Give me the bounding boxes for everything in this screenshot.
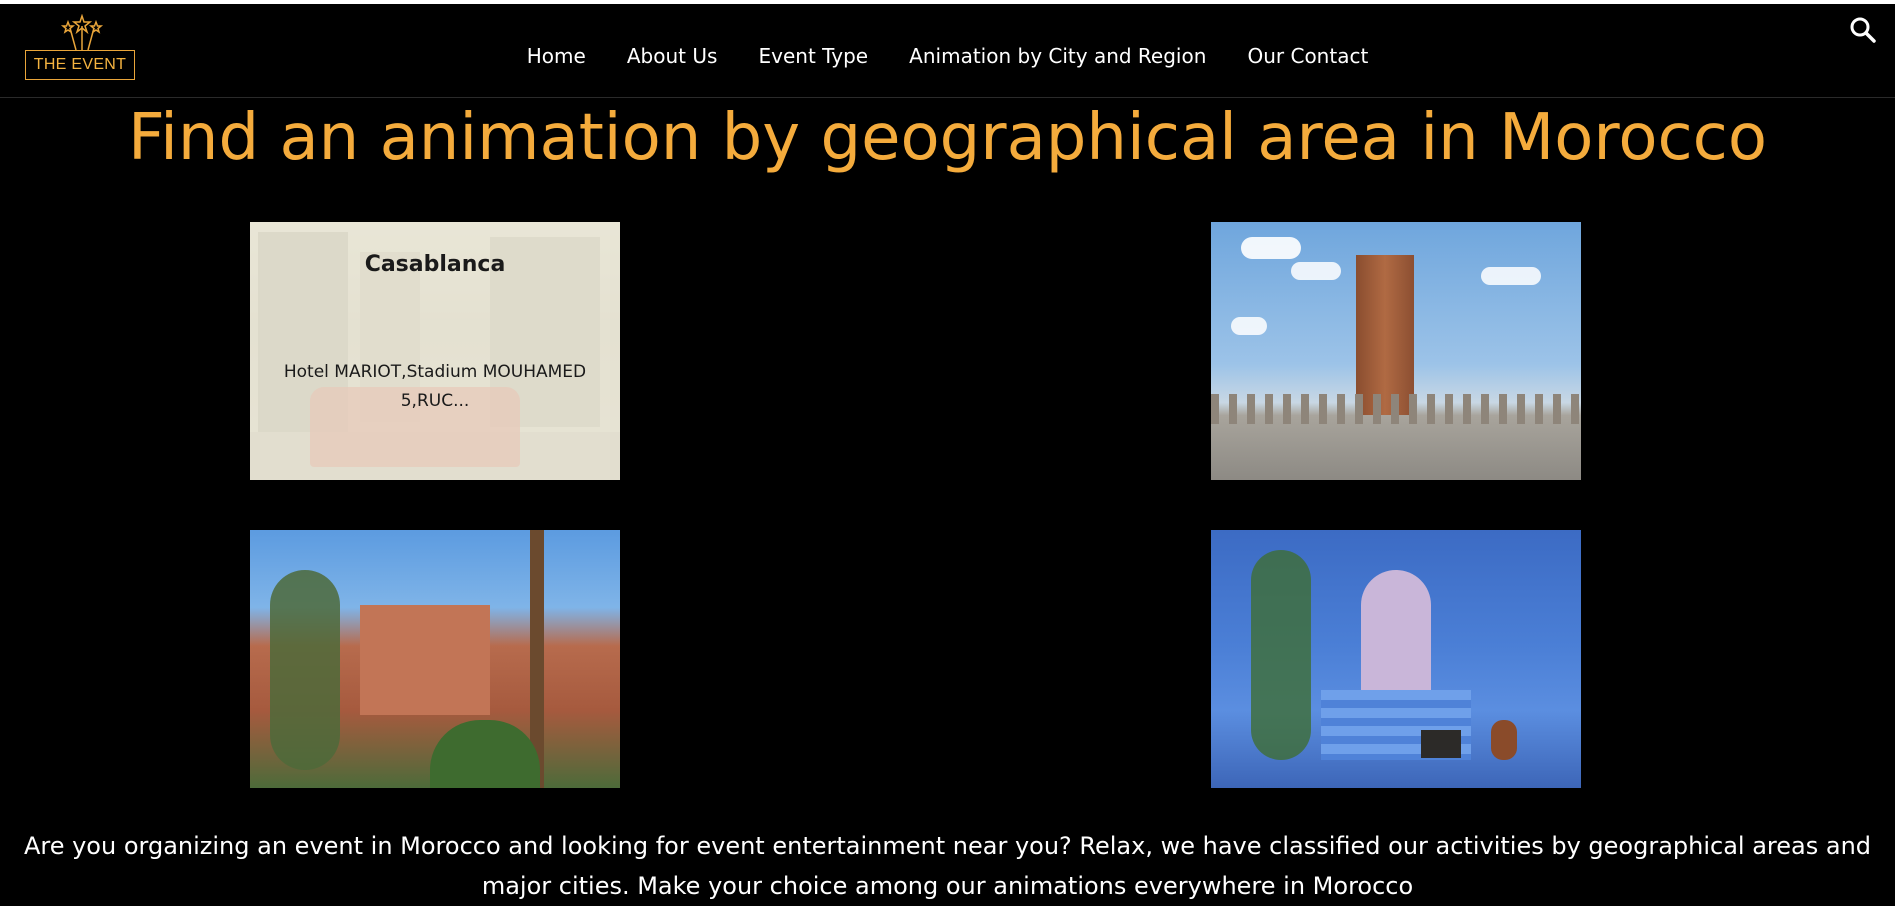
nav-item-about-us[interactable]: About Us [627,44,718,68]
plant [1251,550,1311,760]
nav-item-event-type[interactable]: Event Type [758,44,868,68]
city-card-image-riad[interactable] [250,530,620,788]
building [360,605,490,715]
cloud [1481,267,1541,285]
intro-paragraph: Are you organizing an event in Morocco a… [23,832,1872,900]
card-description: Hotel MARIOT,Stadium MOUHAMED 5,RUC... [283,362,587,411]
cloud [1241,237,1301,259]
card-title: Casablanca [364,252,506,277]
nav-item-our-contact[interactable]: Our Contact [1247,44,1368,68]
archway [1361,570,1431,690]
clay-pot [1491,720,1517,760]
search-icon[interactable] [1849,16,1877,44]
columns [1211,394,1581,424]
plants [430,720,540,788]
cloud [1291,262,1341,280]
city-card-casablanca[interactable]: Casablanca Hotel MARIOT,Stadium MOUHAMED… [250,222,620,480]
site-header: THE EVENT Home About Us Event Type Anima… [0,4,1895,98]
nav-item-animation-by-city[interactable]: Animation by City and Region [909,44,1206,68]
main-nav: Home About Us Event Type Animation by Ci… [0,44,1895,68]
table [1421,730,1461,758]
city-card-image-tower[interactable] [1211,222,1581,480]
city-card-image-blue-courtyard[interactable] [1211,530,1581,788]
tree [270,570,340,770]
cloud [1231,317,1267,335]
nav-item-home[interactable]: Home [527,44,586,68]
tower [1356,255,1414,415]
page-title: Find an animation by geographical area i… [127,101,1768,175]
